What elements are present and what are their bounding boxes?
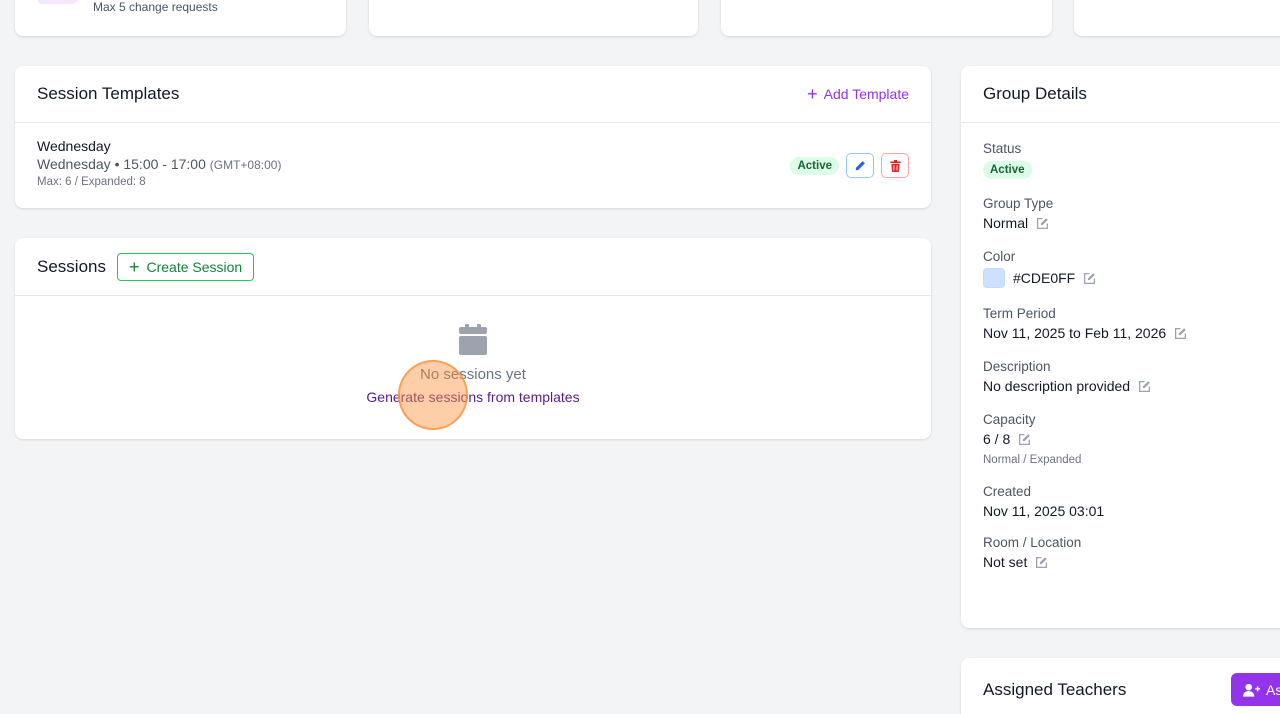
- capacity-subtext: Normal / Expanded: [983, 454, 1082, 466]
- room-field: Room / Location Not set: [983, 535, 1279, 570]
- term-label: Term Period: [983, 306, 1056, 321]
- top-card-4: [1074, 0, 1280, 36]
- plus-icon: +: [128, 256, 140, 277]
- room-label: Room / Location: [983, 535, 1082, 550]
- plus-icon: +: [807, 84, 818, 104]
- created-value: Nov 11, 2025 03:01: [983, 503, 1105, 519]
- assign-teacher-label: As: [1266, 681, 1280, 698]
- term-value: Nov 11, 2025 to Feb 11, 2026: [983, 325, 1167, 341]
- color-row: #CDE0FF: [983, 268, 1279, 288]
- template-schedule: Wednesday • 15:00 - 17:00 (GMT+08:00): [37, 156, 909, 172]
- session-templates-header: Session Templates + Add Template: [15, 66, 931, 123]
- assigned-teachers-title: Assigned Teachers: [983, 680, 1127, 699]
- generate-sessions-link[interactable]: Generate sessions from templates: [366, 389, 579, 405]
- edit-capacity-icon[interactable]: [1018, 433, 1031, 446]
- template-row: Wednesday Wednesday • 15:00 - 17:00 (GMT…: [15, 123, 931, 203]
- sessions-title: Sessions: [37, 256, 106, 276]
- description-row: No description provided: [983, 378, 1279, 394]
- add-template-button[interactable]: + Add Template: [807, 84, 909, 104]
- status-label: Status: [983, 141, 1022, 156]
- color-swatch: [983, 268, 1005, 288]
- status-badge: Active: [983, 161, 1032, 179]
- pencil-icon: [855, 160, 865, 170]
- group-details-card: Group Details Status Active Group Type N…: [961, 66, 1280, 628]
- create-session-button[interactable]: + Create Session: [116, 252, 255, 281]
- template-schedule-text: Wednesday • 15:00 - 17:00: [37, 156, 206, 172]
- term-row: Nov 11, 2025 to Feb 11, 2026: [983, 325, 1279, 341]
- room-value: Not set: [983, 554, 1028, 570]
- group-type-field: Group Type Normal: [983, 196, 1279, 231]
- session-templates-title: Session Templates: [37, 84, 180, 103]
- capacity-field: Capacity 6 / 8 Normal / Expanded: [983, 412, 1279, 466]
- description-label: Description: [983, 359, 1051, 374]
- term-field: Term Period Nov 11, 2025 to Feb 11, 2026: [983, 306, 1279, 341]
- group-details-title: Group Details: [983, 84, 1087, 103]
- group-type-value: Normal: [983, 215, 1029, 231]
- add-template-label: Add Template: [823, 86, 909, 102]
- color-label: Color: [983, 249, 1016, 264]
- sessions-card: Sessions + Create Session No sessions ye…: [15, 238, 931, 439]
- edit-color-icon[interactable]: [1083, 272, 1096, 285]
- capacity-row: 6 / 8: [983, 431, 1279, 447]
- top-card-1: Max 5 change requests: [15, 0, 346, 36]
- template-status-badge: Active: [790, 156, 839, 175]
- edit-room-icon[interactable]: [1035, 556, 1048, 569]
- edit-description-icon[interactable]: [1138, 380, 1151, 393]
- top-card-badge: [37, 0, 78, 4]
- capacity-value: 6 / 8: [983, 431, 1011, 447]
- sessions-empty-state: No sessions yet Generate sessions from t…: [15, 296, 931, 407]
- created-label: Created: [983, 484, 1032, 499]
- group-type-label: Group Type: [983, 196, 1054, 211]
- create-session-label: Create Session: [146, 258, 243, 275]
- top-card-2: [369, 0, 698, 36]
- description-value: No description provided: [983, 378, 1131, 394]
- room-row: Not set: [983, 554, 1279, 570]
- edit-term-icon[interactable]: [1174, 327, 1187, 340]
- edit-group-type-icon[interactable]: [1036, 217, 1049, 230]
- assign-teacher-button[interactable]: As: [1231, 673, 1280, 706]
- delete-template-button[interactable]: [881, 153, 909, 178]
- description-field: Description No description provided: [983, 359, 1279, 394]
- group-details-header: Group Details: [961, 66, 1280, 123]
- sessions-header: Sessions + Create Session: [15, 238, 931, 296]
- session-templates-card: Session Templates + Add Template Wednesd…: [15, 66, 931, 208]
- created-row: Nov 11, 2025 03:01: [983, 503, 1279, 519]
- capacity-label: Capacity: [983, 412, 1036, 427]
- group-details-body: Status Active Group Type Normal Color #C…: [961, 123, 1280, 570]
- color-value: #CDE0FF: [1013, 270, 1076, 286]
- top-card-3: [721, 0, 1052, 36]
- edit-template-button[interactable]: [846, 153, 874, 178]
- template-capacity: Max: 6 / Expanded: 8: [37, 176, 146, 188]
- template-timezone: (GMT+08:00): [209, 158, 282, 172]
- trash-icon: [889, 159, 901, 172]
- template-name: Wednesday: [37, 138, 111, 154]
- created-field: Created Nov 11, 2025 03:01: [983, 484, 1279, 519]
- empty-title: No sessions yet: [420, 366, 526, 383]
- max-change-requests-text: Max 5 change requests: [93, 0, 218, 14]
- template-actions: Active: [790, 153, 909, 178]
- group-type-row: Normal: [983, 215, 1279, 231]
- color-field: Color #CDE0FF: [983, 249, 1279, 288]
- calendar-icon: [459, 324, 487, 355]
- user-plus-icon: [1243, 683, 1260, 697]
- status-field: Status Active: [983, 141, 1279, 179]
